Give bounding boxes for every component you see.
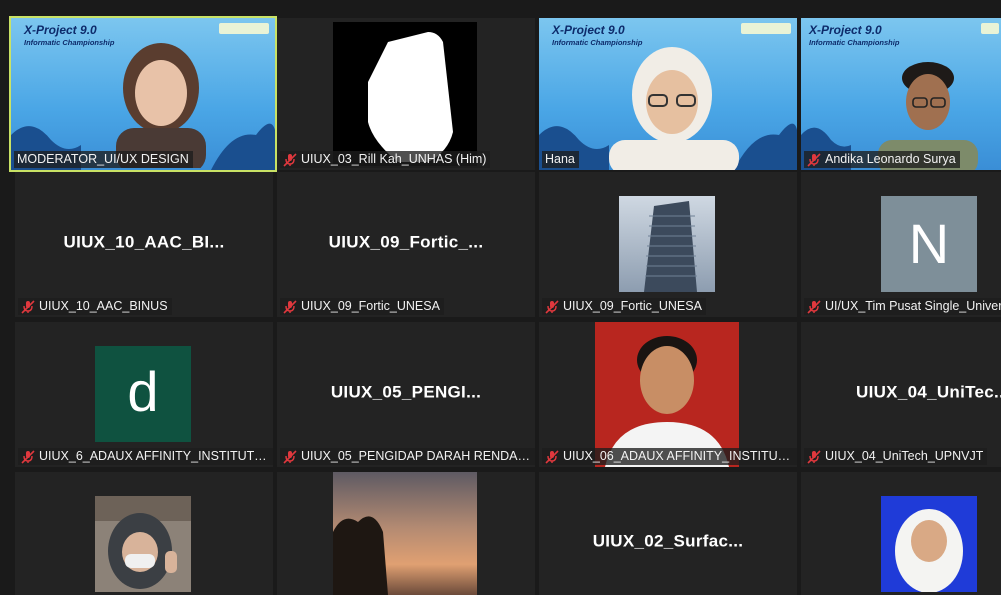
participant-tile[interactable]: UIUX_04_UniTec... UIUX_04_UniTech_UPNVJT [801,322,1001,467]
person-video [116,43,206,168]
participant-name: UIUX_03_Rill Kah_UNHAS (Him) [301,152,487,166]
profile-picture [595,322,739,467]
banner-title: X-Project 9.0 [552,23,625,37]
participant-name-label: MODERATOR_UI/UX DESIGN [14,151,193,168]
participant-name: UIUX_09_Fortic_UNESA [301,299,440,313]
sponsor-logos [219,23,269,34]
participant-name-label: UIUX_09_Fortic_UNESA [542,298,706,315]
mic-off-icon [807,449,821,464]
mic-off-icon [21,299,35,314]
mic-off-icon [21,449,35,464]
participant-display-name: UIUX_04_UniTec... [856,382,1001,402]
participant-name-label: Andika Leonardo Surya [804,151,960,168]
participant-tile[interactable]: UIUX_02_Surfac... [539,472,797,595]
participant-name: UIUX_09_Fortic_UNESA [563,299,702,313]
participant-name-label: UIUX_06_ADAUX AFFINITY_INSTITUT T... [542,448,797,465]
banner-subtitle: Informatic Championship [24,38,115,47]
initial-avatar: d [95,346,191,442]
person-video [609,47,739,170]
participant-tile[interactable]: UIUX_05_PENGI... UIUX_05_PENGIDAP DARAH … [277,322,535,467]
participant-name: UIUX_04_UniTech_UPNVJT [825,449,984,463]
participant-name-label: UIUX_09_Fortic_UNESA [280,298,444,315]
sponsor-logos [741,23,791,34]
participant-tile[interactable] [15,472,273,595]
participant-name: UI/UX_Tim Pusat Single_Universitas [825,299,1001,313]
participant-tile[interactable]: d UIUX_6_ADAUX AFFINITY_INSTITUT TE... [15,322,273,467]
participant-name-label: UIUX_03_Rill Kah_UNHAS (Him) [280,151,491,168]
participant-display-name: UIUX_10_AAC_BI... [63,232,225,252]
participant-name-label: UIUX_05_PENGIDAP DARAH RENDAH_... [280,448,535,465]
participant-name: MODERATOR_UI/UX DESIGN [17,152,189,166]
participant-name: Hana [545,152,575,166]
video-feed: X-Project 9.0 Informatic Championship [801,18,1001,170]
avatar-initial: d [127,360,159,423]
participant-name: UIUX_10_AAC_BINUS [39,299,168,313]
participant-name-label: UIUX_6_ADAUX AFFINITY_INSTITUT TE... [18,448,273,465]
participant-name-label: UIUX_04_UniTech_UPNVJT [804,448,988,465]
shared-image [333,22,477,166]
banner-title: X-Project 9.0 [809,23,882,37]
video-feed: X-Project 9.0 Informatic Championship [539,18,797,170]
participant-tile[interactable]: X-Project 9.0 Informatic Championship An… [801,18,1001,170]
banner-title: X-Project 9.0 [24,23,97,37]
profile-picture [881,496,977,592]
participant-name: Andika Leonardo Surya [825,152,956,166]
initial-avatar: N [881,196,977,292]
mic-off-icon [283,449,297,464]
mic-off-icon [545,449,559,464]
mic-off-icon [807,299,821,314]
mic-off-icon [283,299,297,314]
mic-off-icon [283,152,297,167]
participant-display-name: UIUX_09_Fortic_... [328,232,484,252]
avatar-initial: N [908,212,950,275]
participant-name: UIUX_06_ADAUX AFFINITY_INSTITUT T... [563,449,793,463]
participant-display-name: UIUX_02_Surfac... [592,531,744,551]
participant-tile[interactable]: UIUX_10_AAC_BI... UIUX_10_AAC_BINUS [15,172,273,317]
participant-tile-moderator[interactable]: X-Project 9.0 Informatic Championship MO… [9,16,277,172]
mic-off-icon [545,299,559,314]
banner-subtitle: Informatic Championship [809,38,900,47]
participant-name: UIUX_6_ADAUX AFFINITY_INSTITUT TE... [39,449,269,463]
profile-picture [333,472,477,595]
participant-name: UIUX_05_PENGIDAP DARAH RENDAH_... [301,449,531,463]
participant-name-label: Hana [542,151,579,168]
participant-tile[interactable] [801,472,1001,595]
participant-name-label: UI/UX_Tim Pusat Single_Universitas [804,298,1001,315]
participant-tile[interactable] [277,472,535,595]
participant-display-name: UIUX_05_PENGI... [330,382,482,402]
participant-tile[interactable]: UIUX_09_Fortic_... UIUX_09_Fortic_UNESA [277,172,535,317]
participant-name-label: UIUX_10_AAC_BINUS [18,298,172,315]
participant-tile[interactable]: X-Project 9.0 Informatic Championship Ha… [539,18,797,170]
participant-tile[interactable]: UIUX_03_Rill Kah_UNHAS (Him) [277,18,535,170]
profile-picture [619,196,715,292]
participant-tile[interactable]: UIUX_09_Fortic_UNESA [539,172,797,317]
sponsor-logos [981,23,999,34]
video-feed: X-Project 9.0 Informatic Championship [11,18,275,170]
participant-tile[interactable]: N UI/UX_Tim Pusat Single_Universitas [801,172,1001,317]
profile-picture [95,496,191,592]
participant-tile[interactable]: UIUX_06_ADAUX AFFINITY_INSTITUT T... [539,322,797,467]
mic-off-icon [807,152,821,167]
